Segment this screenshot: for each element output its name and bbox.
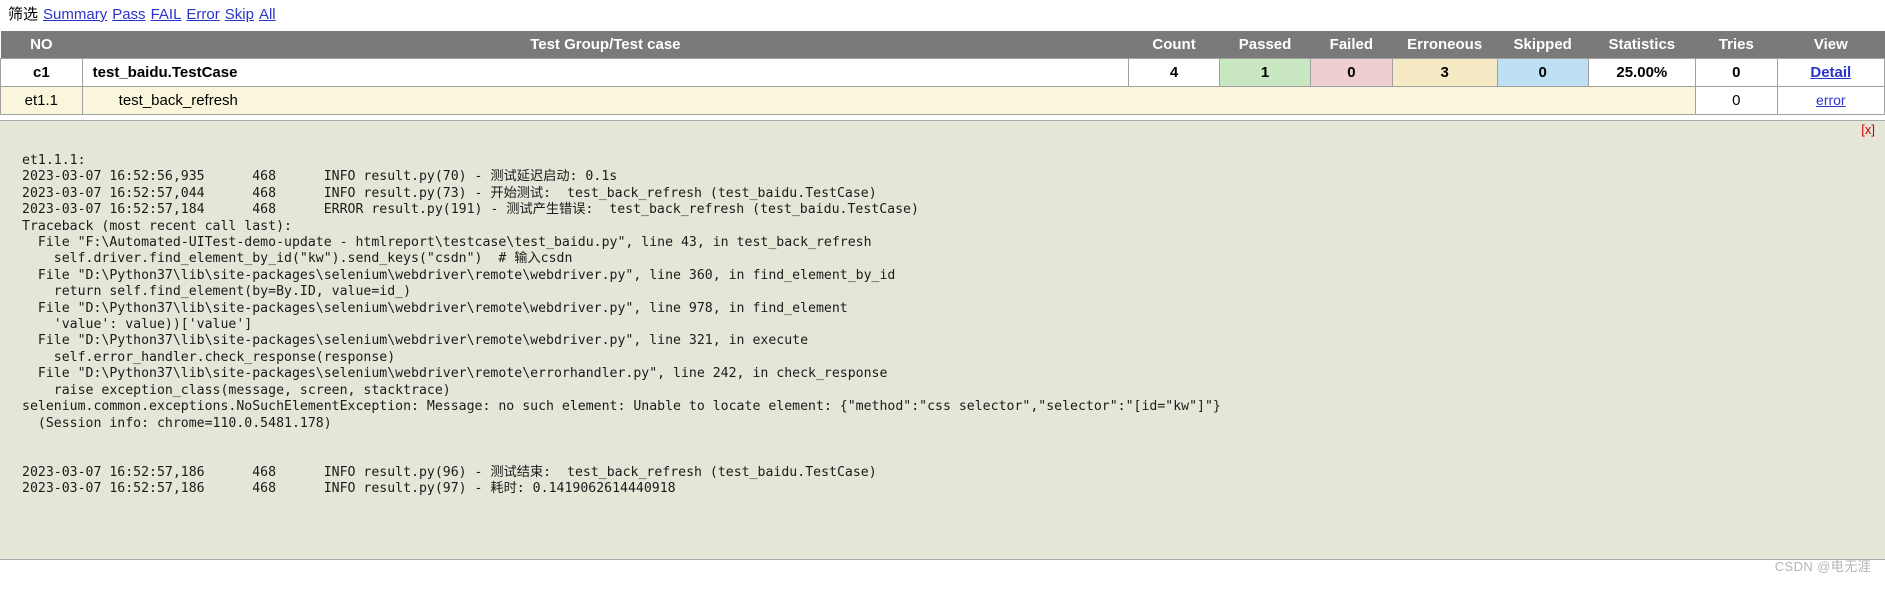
report-table: NO Test Group/Test case Count Passed Fai… [0,31,1885,115]
filter-link-skip[interactable]: Skip [225,6,254,23]
cell-skipped: 0 [1496,58,1589,87]
header-testgroup: Test Group/Test case [82,31,1129,59]
cell-failed: 0 [1310,58,1393,87]
filter-label: 筛选 [8,6,39,23]
cell-statistics: 25.00% [1587,58,1696,87]
table-header-row: NO Test Group/Test case Count Passed Fai… [0,31,1885,59]
cell-count: 4 [1128,58,1221,87]
header-tries: Tries [1695,31,1778,59]
cell-view[interactable]: error [1776,86,1885,115]
filter-link-summary[interactable]: Summary [43,6,107,23]
cell-no: et1.1 [0,86,83,115]
header-skipped: Skipped [1497,31,1589,59]
cell-view[interactable]: Detail [1776,58,1885,87]
log-panel: [x] et1.1.1: 2023-03-07 16:52:56,935 468… [0,120,1885,560]
filter-link-fail[interactable]: FAIL [151,6,182,23]
filter-link-pass[interactable]: Pass [112,6,145,23]
header-count: Count [1128,31,1220,59]
header-passed: Passed [1219,31,1311,59]
header-statistics: Statistics [1588,31,1696,59]
header-no: NO [0,31,83,59]
header-failed: Failed [1310,31,1393,59]
filter-bar: 筛选 Summary Pass FAIL Error Skip All [0,0,1885,31]
cell-erroneous: 3 [1391,58,1498,87]
filter-links: Summary Pass FAIL Error Skip All [43,6,276,23]
cell-passed: 1 [1219,58,1312,87]
table-body: c1 test_baidu.TestCase 4 1 0 3 0 25.00% … [0,58,1885,115]
cell-no: c1 [0,58,83,87]
watermark: CSDN @电无涯 [1774,559,1871,574]
cell-test-group[interactable]: test_baidu.TestCase [81,58,1130,87]
table-header: NO Test Group/Test case Count Passed Fai… [0,31,1885,59]
cell-tries: 0 [1694,58,1778,87]
log-output: et1.1.1: 2023-03-07 16:52:56,935 468 INF… [22,153,1221,497]
cell-test-case[interactable]: test_back_refresh [81,86,1696,115]
detail-link[interactable]: Detail [1810,64,1851,81]
log-wrapper: [x] et1.1.1: 2023-03-07 16:52:56,935 468… [0,120,1885,560]
cell-tries: 0 [1694,86,1778,115]
error-link[interactable]: error [1816,92,1846,108]
filter-link-all[interactable]: All [259,6,276,23]
table-row[interactable]: c1 test_baidu.TestCase 4 1 0 3 0 25.00% … [0,58,1885,87]
close-icon[interactable]: [x] [1861,123,1875,137]
header-view: View [1777,31,1885,59]
table-row[interactable]: et1.1 test_back_refresh 0 error [0,86,1885,115]
header-erroneous: Erroneous [1392,31,1498,59]
filter-link-error[interactable]: Error [186,6,219,23]
